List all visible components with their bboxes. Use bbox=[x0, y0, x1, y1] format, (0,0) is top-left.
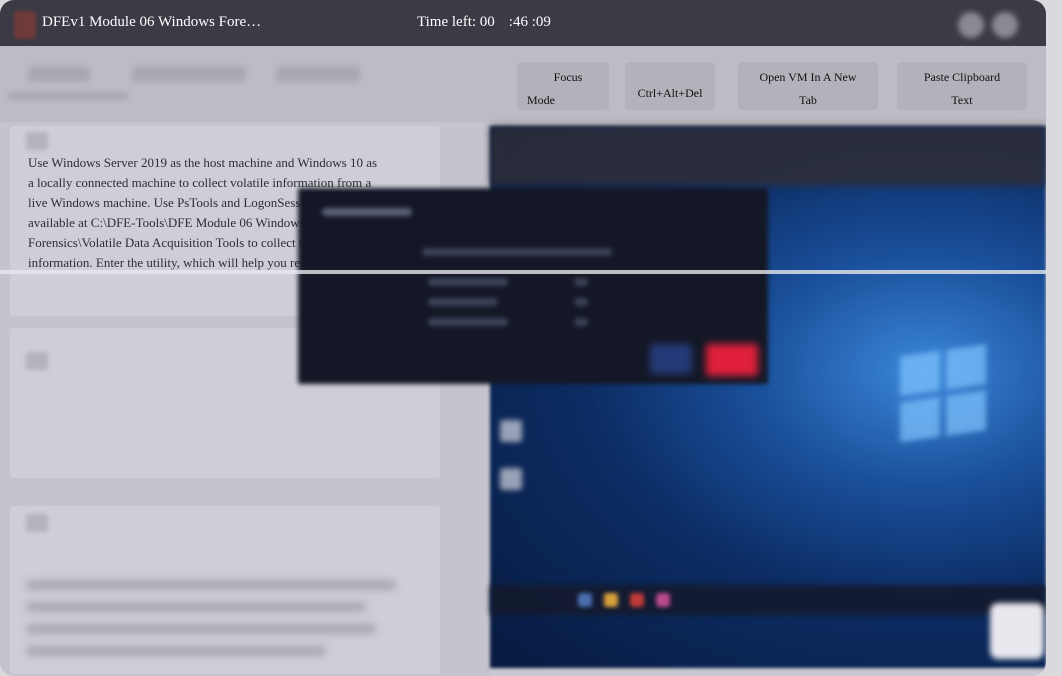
vm-titlebar bbox=[490, 126, 1046, 186]
blurred-text bbox=[26, 602, 366, 612]
dialog-primary-button[interactable] bbox=[706, 344, 758, 376]
ctrl-alt-del-button[interactable]: Ctrl+Alt+Del bbox=[625, 62, 715, 110]
vm-dialog bbox=[298, 188, 768, 384]
time-left-minutes: :46 bbox=[508, 14, 528, 30]
task-number-badge bbox=[26, 132, 48, 150]
chat-icon[interactable] bbox=[990, 603, 1044, 659]
toolbar: Focus Mode Ctrl+Alt+Del Open VM In A New… bbox=[0, 46, 1046, 122]
divider bbox=[0, 270, 1046, 274]
fullscreen-icon[interactable] bbox=[958, 12, 984, 38]
focus-mode-button[interactable]: Focus Mode bbox=[517, 62, 609, 110]
menu-icon[interactable] bbox=[992, 12, 1018, 38]
time-left-seconds: :09 bbox=[531, 14, 551, 30]
time-left-label: Time left: 00 bbox=[417, 14, 495, 30]
header-bar: DFEv1 Module 06 Windows Fore… Time left:… bbox=[0, 0, 1046, 46]
taskbar-icon[interactable] bbox=[578, 593, 592, 607]
desktop-icon[interactable] bbox=[500, 468, 522, 490]
windows-logo-icon bbox=[900, 344, 990, 447]
task-number-badge bbox=[26, 514, 48, 532]
open-vm-new-tab-button[interactable]: Open VM In A New Tab bbox=[738, 62, 878, 110]
desktop-icon[interactable] bbox=[500, 420, 522, 442]
dialog-secondary-button[interactable] bbox=[650, 344, 692, 374]
task-number-badge bbox=[26, 352, 48, 370]
time-left: Time left: 00 :46 :09 bbox=[417, 14, 551, 31]
tab-lab[interactable] bbox=[28, 66, 90, 82]
taskbar-icon[interactable] bbox=[604, 593, 618, 607]
vm-taskbar bbox=[490, 585, 1046, 615]
tab-underline bbox=[8, 92, 128, 100]
paste-clipboard-text-button[interactable]: Paste Clipboard Text bbox=[897, 62, 1027, 110]
taskbar-icon[interactable] bbox=[656, 593, 670, 607]
blurred-text bbox=[26, 646, 326, 656]
blurred-text bbox=[26, 624, 376, 634]
app-logo-icon bbox=[14, 11, 36, 39]
lab-window: DFEv1 Module 06 Windows Fore… Time left:… bbox=[0, 0, 1046, 676]
tab-resources[interactable] bbox=[132, 66, 246, 82]
taskbar-icon[interactable] bbox=[630, 593, 644, 607]
tab-help[interactable] bbox=[276, 66, 360, 82]
lab-title: DFEv1 Module 06 Windows Fore… bbox=[42, 14, 262, 30]
blurred-text bbox=[26, 580, 396, 590]
